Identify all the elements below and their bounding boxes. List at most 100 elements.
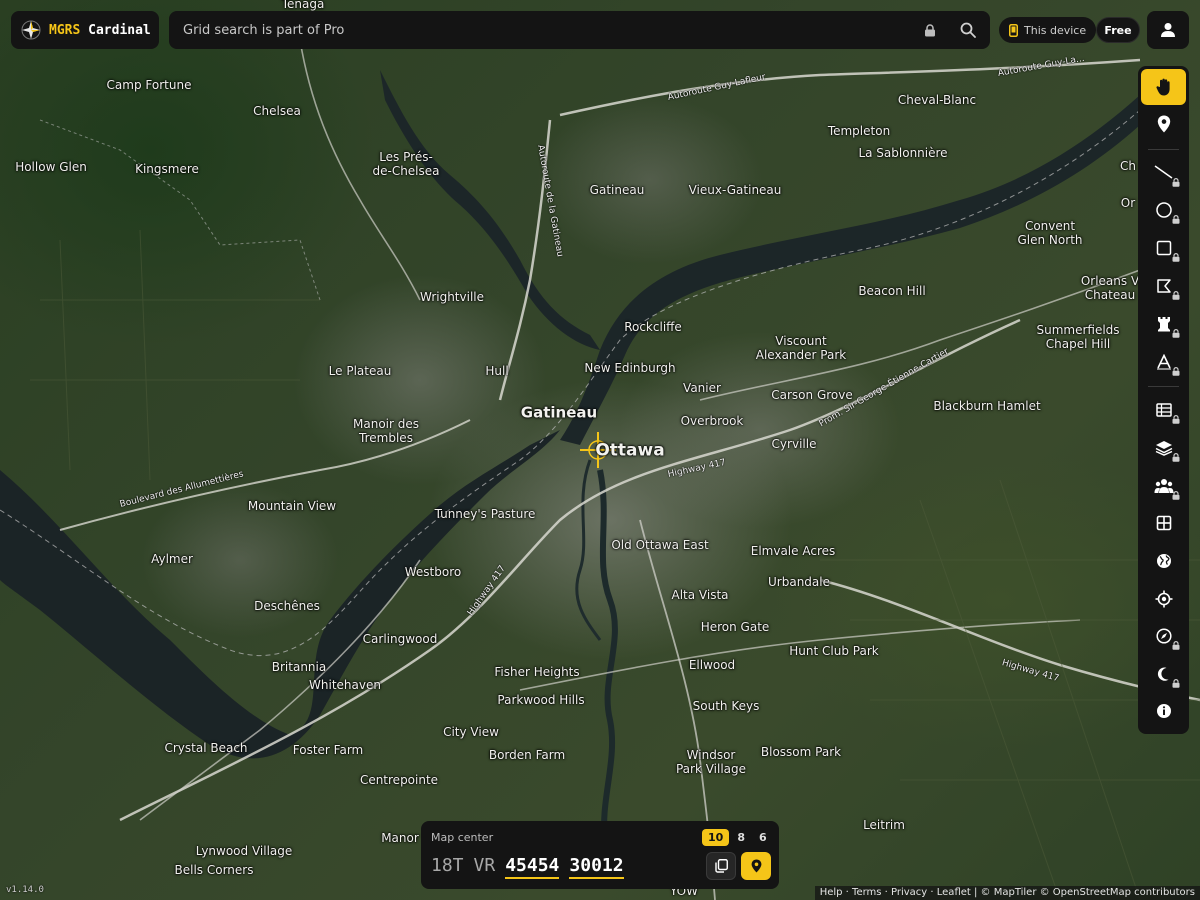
lock-icon bbox=[1172, 215, 1180, 224]
place-label: Wrightville bbox=[419, 290, 485, 304]
tool-polygon-button[interactable] bbox=[1141, 269, 1186, 303]
place-label: Leitrim bbox=[863, 818, 905, 832]
lock-icon bbox=[1172, 367, 1180, 376]
precision-option-8[interactable]: 8 bbox=[731, 829, 751, 846]
map-attribution[interactable]: Help · Terms · Privacy · Leaflet | © Map… bbox=[814, 886, 1200, 900]
place-label: Ch bbox=[1120, 159, 1136, 173]
map-pin-icon bbox=[1157, 115, 1170, 133]
grid-search-input[interactable] bbox=[181, 21, 902, 39]
place-label: Beacon Hill bbox=[858, 284, 926, 298]
users-icon bbox=[1154, 479, 1173, 493]
compass-star-icon bbox=[21, 20, 41, 40]
place-label: Cyrville bbox=[771, 437, 817, 451]
place-label: Les Prés- de-Chelsea bbox=[372, 150, 440, 178]
place-label: Blossom Park bbox=[760, 745, 842, 759]
toolbar-divider bbox=[1148, 386, 1179, 387]
place-label: Whitehaven bbox=[309, 678, 381, 692]
place-label: Britannia bbox=[271, 660, 327, 674]
precision-option-6[interactable]: 6 bbox=[753, 829, 773, 846]
user-account-button[interactable] bbox=[1147, 11, 1189, 49]
drop-pin-button[interactable] bbox=[741, 852, 771, 880]
place-label: Manoir des Trembles bbox=[353, 417, 419, 445]
place-label: South Keys bbox=[692, 699, 760, 713]
mgrs-square: VR bbox=[473, 855, 496, 876]
plan-badge-button[interactable]: Free bbox=[1096, 17, 1140, 43]
crosshair-icon bbox=[1155, 590, 1172, 608]
place-label: Crystal Beach bbox=[164, 741, 248, 755]
hand-icon bbox=[1155, 78, 1170, 96]
app-logo[interactable]: MGRS Cardinal bbox=[11, 11, 159, 49]
map-pin-icon bbox=[751, 859, 761, 873]
copy-coordinate-button[interactable] bbox=[706, 852, 736, 880]
place-label: Camp Fortune bbox=[106, 78, 192, 92]
tool-tower-button[interactable] bbox=[1141, 307, 1186, 341]
grid-icon bbox=[1156, 515, 1171, 531]
precision-option-10[interactable]: 10 bbox=[702, 829, 730, 846]
tool-table-button[interactable] bbox=[1141, 393, 1186, 427]
place-label: Fisher Heights bbox=[494, 665, 580, 679]
place-label: New Edinburgh bbox=[584, 361, 676, 375]
tool-night-mode-button[interactable] bbox=[1141, 657, 1186, 691]
lock-icon bbox=[1172, 178, 1180, 187]
lock-icon bbox=[1172, 415, 1180, 424]
place-label: Convent Glen North bbox=[1017, 219, 1083, 247]
globe-icon bbox=[1156, 554, 1171, 568]
tool-pan-button[interactable] bbox=[1141, 69, 1186, 105]
tool-compass-button[interactable] bbox=[1141, 619, 1186, 653]
grid-search-bar[interactable] bbox=[169, 11, 990, 49]
place-label: Carlingwood bbox=[362, 632, 438, 646]
provincial-boundary bbox=[0, 109, 1141, 656]
app-version: v1.14.0 bbox=[6, 885, 44, 895]
place-label: Manor bbox=[381, 831, 419, 845]
text-icon bbox=[1156, 354, 1171, 370]
info-icon bbox=[1156, 704, 1171, 718]
tool-grid-button[interactable] bbox=[1141, 506, 1186, 540]
tool-layers-button[interactable] bbox=[1141, 431, 1186, 465]
place-label: Foster Farm bbox=[292, 743, 364, 757]
lock-icon bbox=[1172, 491, 1180, 500]
tool-label-button[interactable] bbox=[1141, 345, 1186, 379]
tool-locate-button[interactable] bbox=[1141, 582, 1186, 616]
lock-icon bbox=[1172, 291, 1180, 300]
compass-icon bbox=[1155, 628, 1172, 644]
tool-globe-button[interactable] bbox=[1141, 544, 1186, 578]
layers-icon bbox=[1155, 441, 1172, 456]
ottawa-river-west bbox=[0, 430, 560, 759]
line-icon bbox=[1154, 165, 1172, 179]
lock-icon bbox=[1172, 641, 1180, 650]
place-label: Elmvale Acres bbox=[750, 544, 836, 558]
device-selector-button[interactable]: This device bbox=[999, 17, 1097, 43]
place-label: Tunney's Pasture bbox=[434, 507, 536, 521]
place-label: Parkwood Hills bbox=[497, 693, 585, 707]
place-label: Windsor Park Village bbox=[675, 748, 747, 776]
map-center-panel: Map center 10 8 6 18T VR 45454 30012 bbox=[421, 821, 779, 889]
lock-icon bbox=[920, 20, 940, 40]
place-label: Centrepointe bbox=[359, 773, 439, 787]
place-label: Bells Corners bbox=[174, 863, 254, 877]
mgrs-easting: 45454 bbox=[505, 855, 560, 879]
satellite-map[interactable]: Tenaga Camp Fortune Chelsea Hollow Glen King… bbox=[0, 0, 1200, 900]
place-label: Deschênes bbox=[254, 599, 320, 613]
tool-info-button[interactable] bbox=[1141, 694, 1186, 728]
tool-team-button[interactable] bbox=[1141, 469, 1186, 503]
tool-rectangle-button[interactable] bbox=[1141, 231, 1186, 265]
place-label: Blackburn Hamlet bbox=[933, 399, 1041, 413]
place-label: Borden Farm bbox=[488, 748, 566, 762]
place-label: Le Plateau bbox=[328, 364, 392, 378]
precision-selector: 10 8 6 bbox=[702, 829, 773, 846]
table-icon bbox=[1155, 403, 1172, 417]
mgrs-northing: 30012 bbox=[569, 855, 624, 879]
tool-line-button[interactable] bbox=[1141, 156, 1186, 190]
search-icon[interactable] bbox=[958, 20, 978, 40]
park-boundary bbox=[39, 119, 321, 301]
place-label: Summerfields Chapel Hill bbox=[1036, 323, 1120, 351]
place-label: Hunt Club Park bbox=[789, 644, 879, 658]
tool-circle-button[interactable] bbox=[1141, 193, 1186, 227]
place-label: Gatineau bbox=[520, 403, 598, 422]
place-label: Mountain View bbox=[247, 499, 337, 513]
place-label: Lynwood Village bbox=[195, 844, 293, 858]
phone-icon bbox=[1009, 23, 1018, 37]
mgrs-coordinate: 18T VR 45454 30012 bbox=[431, 855, 624, 879]
tool-marker-button[interactable] bbox=[1141, 107, 1186, 141]
lock-icon bbox=[1172, 453, 1180, 462]
